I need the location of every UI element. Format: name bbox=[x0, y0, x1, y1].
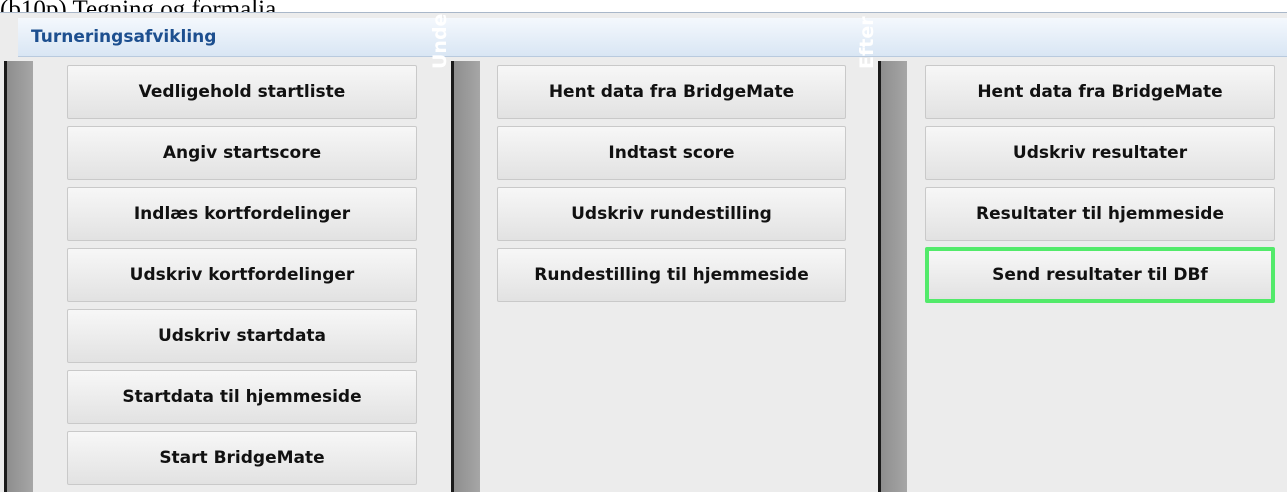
section-after: Efter turneringen bbox=[856, 0, 907, 492]
fetch-bridgemate-after-button[interactable]: Hent data fra BridgeMate bbox=[925, 65, 1275, 119]
standings-to-website-button[interactable]: Rundestilling til hjemmeside bbox=[497, 248, 846, 302]
section-before: Før turneringen bbox=[0, 0, 33, 492]
fetch-bridgemate-during-button[interactable]: Hent data fra BridgeMate bbox=[497, 65, 846, 119]
enter-score-button[interactable]: Indtast score bbox=[497, 126, 846, 180]
print-deals-button[interactable]: Udskriv kortfordelinger bbox=[67, 248, 417, 302]
section-before-label-text: Før turneringen bbox=[0, 0, 8, 69]
startdata-to-website-button[interactable]: Startdata til hjemmeside bbox=[67, 370, 417, 424]
panel-header: Turneringsafvikling bbox=[18, 18, 1287, 57]
print-results-button[interactable]: Udskriv resultater bbox=[925, 126, 1275, 180]
load-deals-button[interactable]: Indlæs kortfordelinger bbox=[67, 187, 417, 241]
results-to-website-button[interactable]: Resultater til hjemmeside bbox=[925, 187, 1275, 241]
send-results-dbf-button[interactable]: Send resultater til DBf bbox=[925, 247, 1275, 303]
section-label-after: Efter turneringen bbox=[856, 0, 907, 492]
section-label-during: Under turneringen bbox=[429, 0, 480, 492]
print-standings-button[interactable]: Udskriv rundestilling bbox=[497, 187, 846, 241]
section-label-before: Før turneringen bbox=[0, 0, 33, 492]
print-startdata-button[interactable]: Udskriv startdata bbox=[67, 309, 417, 363]
section-after-label-text: Efter turneringen bbox=[856, 0, 882, 69]
tournament-panel: Turneringsafvikling Før turneringen Vedl… bbox=[0, 0, 1287, 492]
maintain-startlist-button[interactable]: Vedligehold startliste bbox=[67, 65, 417, 119]
section-during-label-text: Under turneringen bbox=[429, 0, 455, 69]
panel-title: Turneringsafvikling bbox=[31, 27, 217, 47]
section-during: Under turneringen bbox=[429, 0, 480, 492]
set-startscore-button[interactable]: Angiv startscore bbox=[67, 126, 417, 180]
start-bridgemate-button[interactable]: Start BridgeMate bbox=[67, 431, 417, 485]
